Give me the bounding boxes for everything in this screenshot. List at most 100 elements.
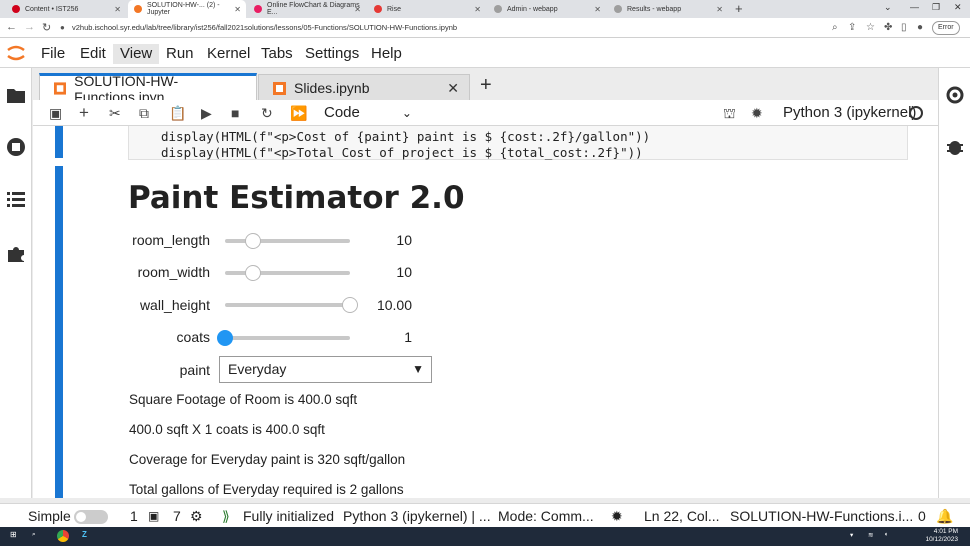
restart-run-all-icon[interactable]: ⏩ <box>290 104 307 122</box>
table-of-contents-icon[interactable] <box>5 188 27 210</box>
search-icon[interactable]: ⌕ <box>32 531 36 539</box>
chrome-icon[interactable] <box>57 530 69 542</box>
slider-value[interactable]: 10.00 <box>338 297 412 313</box>
slider-handle[interactable] <box>244 265 261 281</box>
slider-track[interactable] <box>225 297 358 313</box>
reload-icon[interactable]: ↻ <box>42 21 51 34</box>
stop-kernel-icon[interactable]: ■ <box>231 104 239 122</box>
wifi-icon[interactable]: ≋ <box>868 531 873 539</box>
browser-tab[interactable]: Admin - webapp ✕ <box>488 0 606 18</box>
browser-tab[interactable]: Online FlowChart & Diagrams E... ✕ <box>248 0 366 18</box>
browser-tab-title: Results - webapp <box>627 5 682 13</box>
profile-icon[interactable]: ● <box>917 22 923 33</box>
menu-file[interactable]: File <box>34 44 72 64</box>
save-icon[interactable]: ▣ <box>49 104 62 122</box>
cell-selected-indicator <box>55 126 63 158</box>
simple-mode-toggle[interactable] <box>74 510 108 524</box>
clock[interactable]: 4:01 PM 10/12/2023 <box>908 528 958 544</box>
slider-track[interactable] <box>217 330 350 346</box>
slider-value[interactable]: 10 <box>338 232 412 248</box>
menu-kernel[interactable]: Kernel <box>200 44 257 64</box>
browser-tab[interactable]: Content • IST256 ✕ <box>6 0 126 18</box>
bug-status-icon[interactable]: ✹ <box>611 507 623 525</box>
run-cell-icon[interactable]: ▶ <box>201 104 212 122</box>
notification-count[interactable]: 0 <box>918 507 926 525</box>
slider-value[interactable]: 10 <box>338 264 412 280</box>
kernel-state: Fully initialized <box>243 508 335 524</box>
kernel-name[interactable]: Python 3 (ipykernel) <box>783 103 916 123</box>
zoom-app-icon[interactable]: Z <box>82 530 87 539</box>
output-line: 400.0 sqft X 1 coats is 400.0 sqft <box>129 422 325 437</box>
slider-label: room_length <box>132 232 210 248</box>
close-tab-icon[interactable]: ✕ <box>594 5 601 14</box>
cell-type-select[interactable]: Code ⌄ <box>324 103 412 123</box>
bug-icon[interactable]: ✹ <box>751 104 763 122</box>
git-icon[interactable]: ⛫ <box>723 104 736 122</box>
zoom-icon[interactable]: ⌕ <box>832 22 838 33</box>
error-button[interactable]: Error <box>932 21 960 35</box>
menu-help[interactable]: Help <box>364 44 409 64</box>
slider-track[interactable] <box>225 265 350 281</box>
close-tab-icon[interactable]: ✕ <box>234 5 241 14</box>
simple-mode-label: Simple <box>28 508 71 524</box>
running-kernels-icon[interactable] <box>5 136 27 158</box>
cursor-position[interactable]: Ln 22, Col... <box>644 507 720 525</box>
sidepanel-icon[interactable]: ▯ <box>901 22 907 33</box>
browser-tab-active[interactable]: SOLUTION-HW-... (2) - Jupyter ✕ <box>128 0 246 18</box>
paste-icon[interactable]: 📋 <box>169 104 186 122</box>
tab-solution-notebook[interactable]: SOLUTION-HW-Functions.ipyn <box>39 73 257 105</box>
forward-icon[interactable]: → <box>24 21 35 33</box>
tab-search-icon[interactable]: ⌄ <box>884 2 892 13</box>
close-tab-icon[interactable]: ✕ <box>114 5 121 14</box>
bookmark-star-icon[interactable]: ☆ <box>866 22 875 33</box>
slider-handle[interactable] <box>217 330 233 346</box>
file-browser-icon[interactable] <box>5 84 27 106</box>
code-cell-editor[interactable]: display(HTML(f"<p>Cost of {paint} paint … <box>128 126 908 160</box>
extensions-icon[interactable]: ✤ <box>884 22 892 33</box>
terminal-count[interactable]: 1 <box>130 507 138 525</box>
tray-icon[interactable]: ▾ <box>850 531 853 539</box>
paint-dropdown[interactable]: Everyday ▼ <box>219 356 432 383</box>
minimize-icon[interactable]: — <box>910 2 919 12</box>
browser-tab[interactable]: Results - webapp ✕ <box>608 0 728 18</box>
menu-settings[interactable]: Settings <box>298 44 366 64</box>
new-launcher-icon[interactable]: + <box>480 74 492 97</box>
browser-tab[interactable]: Rise ✕ <box>368 0 486 18</box>
slider-track[interactable] <box>225 233 350 249</box>
tab-slides-notebook[interactable]: Slides.ipynb ✕ <box>258 74 470 101</box>
bell-icon[interactable]: 🔔 <box>936 507 953 525</box>
start-icon[interactable]: ⊞ <box>10 530 17 539</box>
restart-kernel-icon[interactable]: ↻ <box>261 104 273 122</box>
back-icon[interactable]: ← <box>6 21 17 33</box>
url-text[interactable]: v2hub.ischool.syr.edu/lab/tree/library/i… <box>72 23 457 32</box>
address-bar: ← → ↻ ● v2hub.ischool.syr.edu/lab/tree/l… <box>0 18 970 38</box>
menu-edit[interactable]: Edit <box>73 44 113 64</box>
date: 10/12/2023 <box>925 536 958 543</box>
close-tab-icon[interactable]: ✕ <box>447 80 459 97</box>
close-window-icon[interactable]: ✕ <box>954 2 962 13</box>
tab-title: Slides.ipynb <box>294 80 370 96</box>
slider-value[interactable]: 1 <box>338 329 412 345</box>
close-tab-icon[interactable]: ✕ <box>474 5 481 14</box>
extension-manager-icon[interactable] <box>5 242 27 264</box>
debugger-icon[interactable] <box>944 136 966 158</box>
insert-cell-icon[interactable]: + <box>79 104 89 122</box>
property-inspector-icon[interactable] <box>944 84 966 106</box>
close-tab-icon[interactable]: ✕ <box>354 5 361 14</box>
close-tab-icon[interactable]: ✕ <box>716 5 723 14</box>
copy-icon[interactable]: ⧉ <box>139 104 149 122</box>
share-icon[interactable]: ⇪ <box>848 22 856 33</box>
kernel-count[interactable]: 7 <box>173 507 181 525</box>
cut-icon[interactable]: ✂ <box>109 104 121 122</box>
volume-icon[interactable]: ◖ <box>884 531 888 538</box>
kernel-icon: ⚙ <box>190 508 203 524</box>
menu-tabs[interactable]: Tabs <box>254 44 300 64</box>
slider-label: coats <box>176 329 210 345</box>
tab-favicon-icon <box>374 5 382 13</box>
menu-run[interactable]: Run <box>159 44 201 64</box>
kernel-info[interactable]: Python 3 (ipykernel) | ... <box>343 507 491 525</box>
slider-handle[interactable] <box>244 233 261 249</box>
new-tab-icon[interactable]: + <box>735 1 743 16</box>
menu-view[interactable]: View <box>113 44 160 64</box>
restore-icon[interactable]: ❐ <box>932 2 940 13</box>
